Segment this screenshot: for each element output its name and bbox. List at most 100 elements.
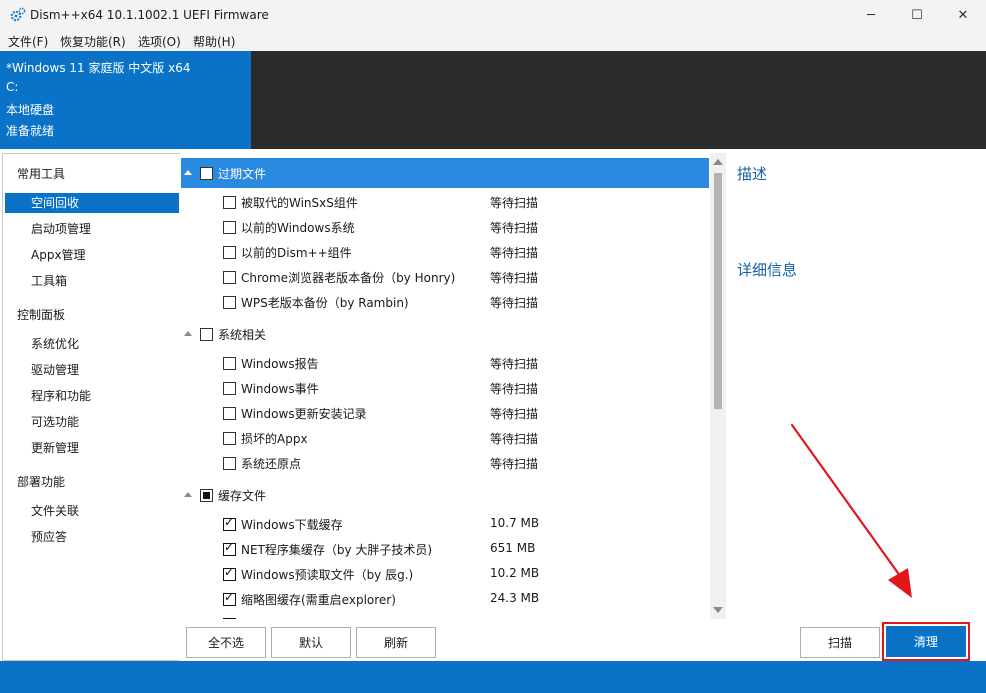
list-item[interactable]: Windows下载缓存 10.7 MB bbox=[181, 512, 709, 537]
list-item[interactable]: Windows报告 等待扫描 bbox=[181, 351, 709, 376]
default-button[interactable]: 默认 bbox=[271, 627, 351, 658]
sidebar-item-space-cleanup[interactable]: 空间回收 bbox=[5, 193, 179, 213]
item-status: 等待扫描 bbox=[490, 246, 539, 260]
scroll-thumb[interactable] bbox=[714, 173, 722, 409]
nav-section-control-panel: 控制面板 bbox=[17, 308, 66, 322]
list-item[interactable]: Chrome浏览器老版本备份（by Honry) 等待扫描 bbox=[181, 265, 709, 290]
item-label: 缩略图缓存(需重启explorer) bbox=[241, 593, 396, 607]
list-item[interactable]: 缩略图缓存(需重启explorer) 24.3 MB bbox=[181, 587, 709, 612]
item-status: 等待扫描 bbox=[490, 457, 539, 471]
item-label: 以前的Dism++组件 bbox=[241, 246, 352, 260]
item-status: 等待扫描 bbox=[490, 357, 539, 371]
item-status: 等待扫描 bbox=[490, 407, 539, 421]
expand-arrow-icon[interactable] bbox=[184, 492, 192, 497]
list-item[interactable]: Windows预读取文件（by 辰g.) 10.2 MB bbox=[181, 562, 709, 587]
item-label: 系统还原点 bbox=[241, 457, 302, 471]
menu-restore[interactable]: 恢复功能(R) bbox=[60, 33, 126, 50]
item-label: NET程序集缓存（by 大胖子技术员) bbox=[241, 543, 433, 557]
item-checkbox[interactable] bbox=[223, 565, 236, 581]
list-item-partial[interactable] bbox=[181, 612, 709, 619]
list-item[interactable]: WPS老版本备份（by Rambin) 等待扫描 bbox=[181, 290, 709, 315]
description-heading: 描述 bbox=[737, 165, 768, 183]
item-size: 10.2 MB bbox=[490, 566, 540, 580]
item-checkbox[interactable] bbox=[223, 221, 236, 234]
minimize-button[interactable]: ─ bbox=[848, 0, 894, 30]
item-checkbox[interactable] bbox=[223, 246, 236, 259]
sidebar-item-updates[interactable]: 更新管理 bbox=[5, 438, 179, 458]
item-status: 等待扫描 bbox=[490, 296, 539, 310]
list-item[interactable]: Windows更新安装记录 等待扫描 bbox=[181, 401, 709, 426]
group-expired-files[interactable]: 过期文件 bbox=[181, 158, 709, 188]
deselect-all-button[interactable]: 全不选 bbox=[186, 627, 266, 658]
item-size: 24.3 MB bbox=[490, 591, 540, 605]
item-label: 以前的Windows系统 bbox=[241, 221, 355, 235]
drive-letter: C: bbox=[6, 80, 19, 94]
sidebar-item-file-association[interactable]: 文件关联 bbox=[5, 501, 179, 521]
clean-button[interactable]: 清理 bbox=[886, 626, 966, 657]
sidebar-item-drivers[interactable]: 驱动管理 bbox=[5, 360, 179, 380]
session-status: 准备就绪 bbox=[6, 124, 55, 138]
disk-type: 本地硬盘 bbox=[6, 103, 55, 117]
group-label: 系统相关 bbox=[218, 328, 267, 342]
item-status: 等待扫描 bbox=[490, 196, 539, 210]
item-checkbox[interactable] bbox=[223, 515, 236, 531]
item-checkbox[interactable] bbox=[223, 615, 236, 619]
item-checkbox[interactable] bbox=[223, 432, 236, 445]
expand-arrow-icon[interactable] bbox=[184, 170, 192, 175]
item-size: 10.7 MB bbox=[490, 516, 540, 530]
menu-bar: 文件(F) 恢复功能(R) 选项(O) 帮助(H) bbox=[0, 30, 986, 51]
item-checkbox[interactable] bbox=[223, 296, 236, 309]
maximize-button[interactable]: ☐ bbox=[894, 0, 940, 30]
item-status: 等待扫描 bbox=[490, 382, 539, 396]
item-label: Windows报告 bbox=[241, 357, 319, 371]
item-label: WPS老版本备份（by Rambin) bbox=[241, 296, 409, 310]
item-checkbox[interactable] bbox=[223, 590, 236, 606]
group-checkbox[interactable] bbox=[200, 328, 213, 341]
item-size: 651 MB bbox=[490, 541, 536, 555]
status-bar bbox=[0, 661, 986, 693]
sidebar-item-unattend[interactable]: 预应答 bbox=[5, 527, 179, 547]
session-info-panel[interactable]: *Windows 11 家庭版 中文版 x64 C: 本地硬盘 准备就绪 bbox=[0, 51, 251, 149]
item-checkbox[interactable] bbox=[223, 407, 236, 420]
scan-button[interactable]: 扫描 bbox=[800, 627, 880, 658]
item-label: Windows更新安装记录 bbox=[241, 407, 367, 421]
menu-options[interactable]: 选项(O) bbox=[138, 33, 181, 50]
list-item[interactable]: 损坏的Appx 等待扫描 bbox=[181, 426, 709, 451]
item-checkbox[interactable] bbox=[223, 457, 236, 470]
close-button[interactable]: ✕ bbox=[940, 0, 986, 30]
sidebar-item-appx[interactable]: Appx管理 bbox=[5, 245, 179, 265]
list-item[interactable]: 被取代的WinSxS组件 等待扫描 bbox=[181, 190, 709, 215]
item-checkbox[interactable] bbox=[223, 540, 236, 556]
item-checkbox[interactable] bbox=[223, 382, 236, 395]
group-system-related[interactable]: 系统相关 bbox=[181, 319, 709, 349]
sidebar-item-optional-features[interactable]: 可选功能 bbox=[5, 412, 179, 432]
sidebar-nav: 常用工具 空间回收 启动项管理 Appx管理 工具箱 控制面板 系统优化 驱动管… bbox=[2, 153, 180, 661]
annotation-arrow-icon bbox=[790, 423, 912, 598]
sidebar-item-programs[interactable]: 程序和功能 bbox=[5, 386, 179, 406]
list-item[interactable]: 系统还原点 等待扫描 bbox=[181, 451, 709, 476]
menu-help[interactable]: 帮助(H) bbox=[193, 33, 235, 50]
sidebar-item-system-optimize[interactable]: 系统优化 bbox=[5, 334, 179, 354]
list-item[interactable]: Windows事件 等待扫描 bbox=[181, 376, 709, 401]
item-label: 损坏的Appx bbox=[241, 432, 308, 446]
scroll-up-arrow-icon[interactable] bbox=[710, 155, 726, 169]
nav-section-deployment: 部署功能 bbox=[17, 475, 66, 489]
nav-section-common-tools: 常用工具 bbox=[17, 167, 66, 181]
group-checkbox[interactable] bbox=[200, 167, 213, 180]
item-checkbox[interactable] bbox=[223, 196, 236, 209]
item-checkbox[interactable] bbox=[223, 357, 236, 370]
expand-arrow-icon[interactable] bbox=[184, 331, 192, 336]
sidebar-item-startup[interactable]: 启动项管理 bbox=[5, 219, 179, 239]
group-checkbox[interactable] bbox=[200, 489, 213, 502]
group-cache-files[interactable]: 缓存文件 bbox=[181, 480, 709, 510]
refresh-button[interactable]: 刷新 bbox=[356, 627, 436, 658]
sidebar-item-toolbox[interactable]: 工具箱 bbox=[5, 271, 179, 291]
item-label: 被取代的WinSxS组件 bbox=[241, 196, 358, 210]
list-item[interactable]: 以前的Windows系统 等待扫描 bbox=[181, 215, 709, 240]
list-item[interactable]: NET程序集缓存（by 大胖子技术员) 651 MB bbox=[181, 537, 709, 562]
menu-file[interactable]: 文件(F) bbox=[8, 33, 48, 50]
list-item[interactable]: 以前的Dism++组件 等待扫描 bbox=[181, 240, 709, 265]
item-checkbox[interactable] bbox=[223, 271, 236, 284]
scroll-down-arrow-icon[interactable] bbox=[710, 603, 726, 617]
cleanup-tree: 过期文件 被取代的WinSxS组件 等待扫描 以前的Windows系统 等待扫描… bbox=[181, 153, 728, 619]
